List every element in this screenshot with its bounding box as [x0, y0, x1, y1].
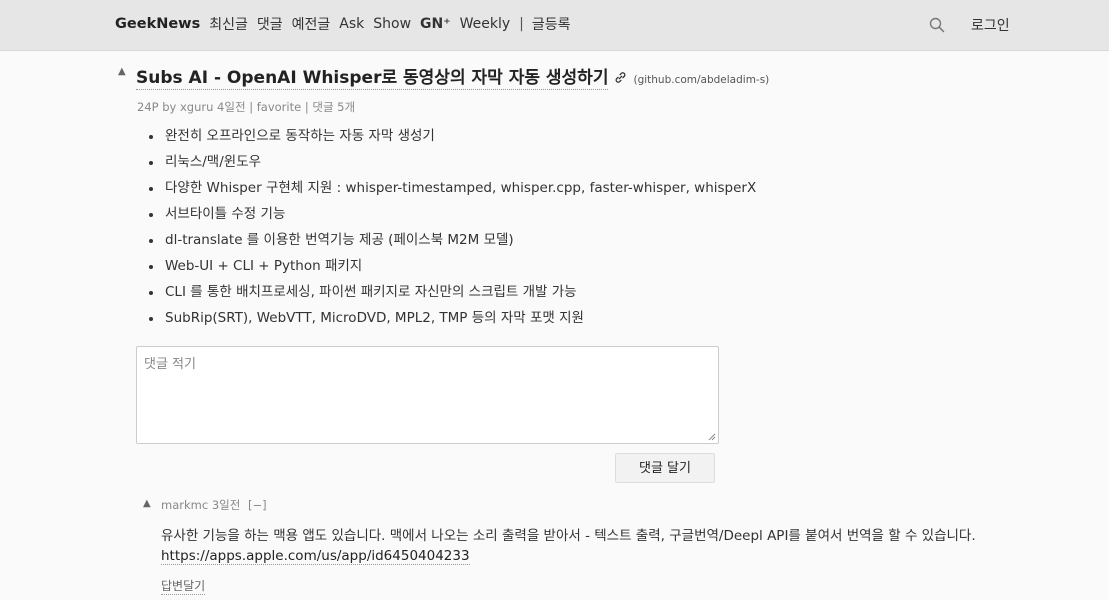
article-domain[interactable]: (github.com/abdeladim-s)	[633, 74, 769, 86]
article-points-author[interactable]: 24P by xguru 4일전	[137, 100, 246, 114]
nav-show[interactable]: Show	[373, 16, 411, 32]
submit-comment-button[interactable]: 댓글 달기	[615, 453, 715, 483]
list-item: 서브타이틀 수정 기능	[147, 204, 756, 230]
list-item: 완전히 오프라인으로 동작하는 자동 자막 생성기	[147, 126, 756, 152]
comment-count-link[interactable]: 댓글 5개	[312, 100, 355, 114]
nav-past[interactable]: 예전글	[292, 14, 331, 34]
comment-upvote-arrow[interactable]: ▲	[143, 498, 151, 509]
site-logo[interactable]: GeekNews	[115, 16, 200, 32]
link-icon[interactable]	[614, 71, 627, 84]
comment-meta: markmc 3일전 [−]	[161, 497, 267, 513]
nav-comments[interactable]: 댓글	[257, 14, 283, 34]
nav-submit[interactable]: 글등록	[532, 14, 571, 34]
meta-separator: |	[304, 100, 309, 114]
list-item: 다양한 Whisper 구현체 지원 : whisper-timestamped…	[147, 178, 756, 204]
comment-link[interactable]: https://apps.apple.com/us/app/id64504042…	[161, 548, 470, 565]
nav-ask[interactable]: Ask	[339, 16, 364, 32]
main-nav: GeekNews 최신글 댓글 예전글 Ask Show GN⁺ Weekly …	[115, 14, 580, 34]
comment-textarea[interactable]: 댓글 적기	[136, 346, 719, 444]
list-item: Web-UI + CLI + Python 패키지	[147, 256, 756, 282]
nav-weekly[interactable]: Weekly	[460, 16, 511, 32]
login-link[interactable]: 로그인	[971, 15, 1010, 35]
list-item: SubRip(SRT), WebVTT, MicroDVD, MPL2, TMP…	[147, 308, 756, 334]
top-navigation-bar: GeekNews 최신글 댓글 예전글 Ask Show GN⁺ Weekly …	[0, 0, 1109, 51]
list-item: CLI 를 통한 배치프로세싱, 파이썬 패키지로 자신만의 스크립트 개발 가…	[147, 282, 756, 308]
nav-latest[interactable]: 최신글	[209, 14, 248, 34]
comment-text: 유사한 기능을 하는 맥용 앱도 있습니다. 맥에서 나오는 소리 출력을 받아…	[161, 528, 976, 544]
search-icon[interactable]	[929, 17, 945, 33]
list-item: dl-translate 를 이용한 번역기능 제공 (페이스북 M2M 모델)	[147, 230, 756, 256]
article-meta: 24P by xguru 4일전 | favorite | 댓글 5개	[137, 99, 355, 115]
meta-separator: |	[249, 100, 254, 114]
nav-separator: |	[519, 16, 524, 32]
article-title[interactable]: Subs AI - OpenAI Whisper로 동영상의 자막 자동 생성하…	[136, 63, 609, 90]
list-item: 리눅스/맥/윈도우	[147, 152, 756, 178]
resize-handle-icon[interactable]	[708, 433, 716, 441]
nav-gn-plus[interactable]: GN⁺	[420, 16, 451, 32]
article-title-row: Subs AI - OpenAI Whisper로 동영상의 자막 자동 생성하…	[136, 63, 769, 90]
article-bullets: 완전히 오프라인으로 동작하는 자동 자막 생성기 리눅스/맥/윈도우 다양한 …	[147, 126, 756, 334]
favorite-link[interactable]: favorite	[257, 100, 301, 114]
comment-placeholder: 댓글 적기	[144, 357, 196, 372]
reply-link[interactable]: 답변달기	[161, 577, 206, 595]
collapse-toggle[interactable]: [−]	[248, 498, 267, 512]
upvote-arrow[interactable]: ▲	[118, 66, 126, 77]
comment-author-time[interactable]: markmc 3일전	[161, 498, 240, 512]
